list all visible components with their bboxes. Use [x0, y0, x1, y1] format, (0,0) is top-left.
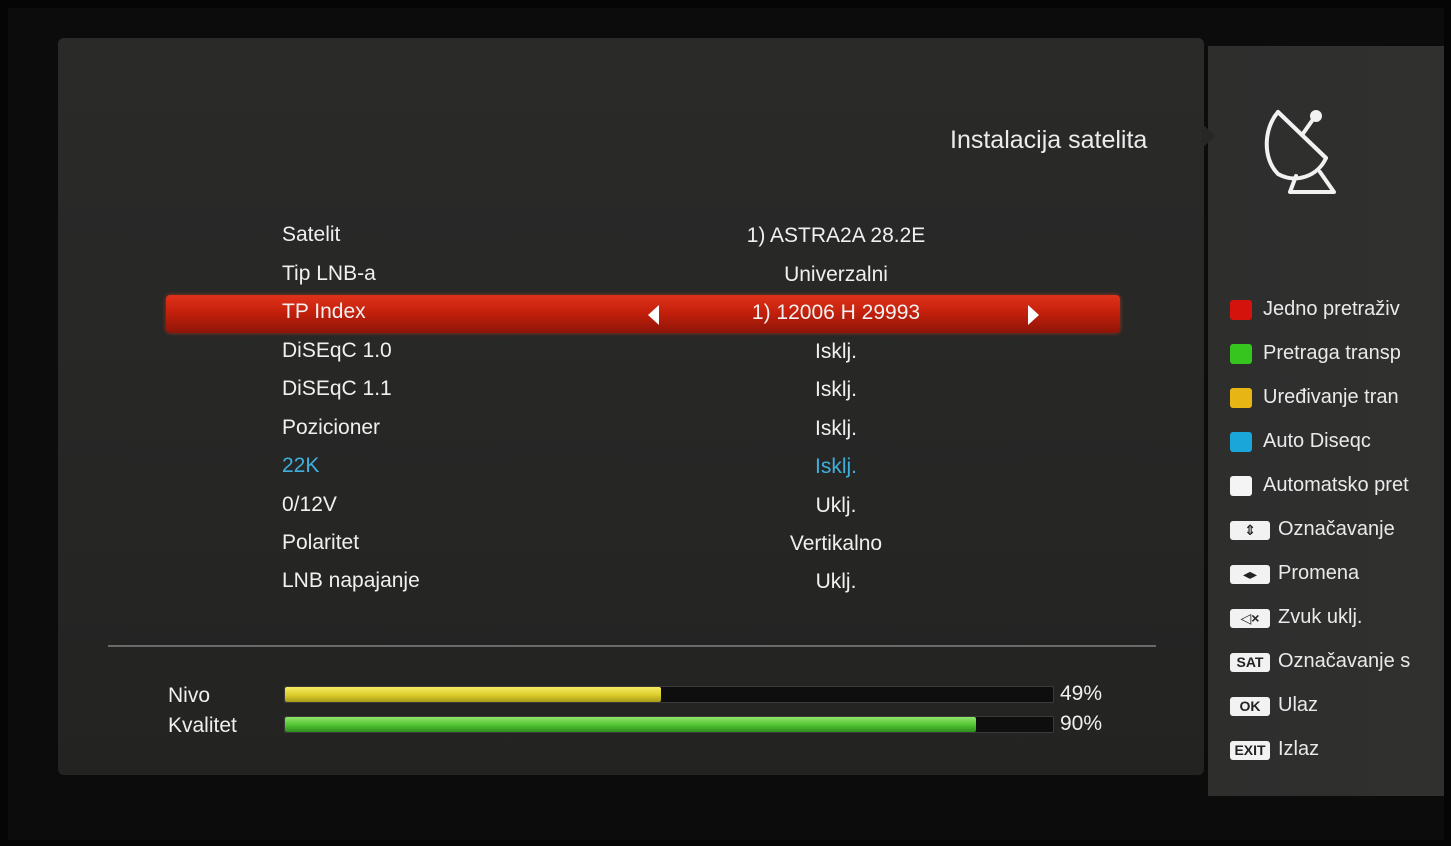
setting-row-diseqc-11[interactable]: DiSEqC 1.1 Isklj.: [166, 372, 1120, 410]
yellow-button-icon: [1230, 388, 1252, 408]
up-down-key-icon: ⇕: [1230, 521, 1270, 540]
legend-green-tp-search[interactable]: Pretraga transp: [1230, 342, 1444, 368]
satellite-dish-icon: [1264, 110, 1336, 194]
exit-key-icon: EXIT: [1230, 741, 1270, 760]
legend-text: Ulaz: [1278, 694, 1319, 716]
setting-value: Isklj.: [815, 378, 857, 401]
legend-mute[interactable]: ◁× Zvuk uklj.: [1230, 606, 1444, 632]
setting-value: Uklj.: [815, 494, 857, 517]
sat-key-icon: SAT: [1230, 653, 1270, 672]
level-bar: [284, 686, 1054, 703]
setting-row-diseqc-10[interactable]: DiSEqC 1.0 Isklj.: [166, 334, 1120, 372]
legend-text: Automatsko pret: [1263, 474, 1409, 496]
legend-ok[interactable]: OK Ulaz: [1230, 694, 1444, 720]
setting-value: Isklj.: [815, 455, 857, 478]
setting-label: 0/12V: [282, 493, 337, 516]
mute-key-icon: ◁×: [1230, 609, 1270, 628]
setting-row-0-12v[interactable]: 0/12V Uklj.: [166, 488, 1120, 526]
setting-value: 1) ASTRA2A 28.2E: [746, 224, 926, 247]
setting-label: Satelit: [282, 223, 341, 246]
legend-exit[interactable]: EXIT Izlaz: [1230, 738, 1444, 764]
legend-text: Zvuk uklj.: [1278, 606, 1363, 628]
setting-label: Pozicioner: [282, 416, 381, 439]
setting-row-satelit[interactable]: Satelit 1) ASTRA2A 28.2E: [166, 218, 1120, 256]
setting-value: Isklj.: [815, 340, 857, 363]
setting-value: 1) 12006 H 29993: [751, 301, 921, 324]
legend-sat[interactable]: SAT Označavanje s: [1230, 650, 1444, 676]
setting-label: DiSEqC 1.0: [282, 339, 392, 362]
legend-text: Auto Diseqc: [1263, 430, 1371, 452]
legend-text: Pretraga transp: [1263, 342, 1401, 364]
legend-yellow-tp-edit[interactable]: Uređivanje tran: [1230, 386, 1444, 412]
arrow-left-icon[interactable]: [648, 305, 659, 325]
title-notch: [1202, 124, 1216, 148]
left-right-key-icon: ◂▸: [1230, 565, 1270, 584]
quality-bar-fill: [285, 717, 977, 732]
setting-value: Univerzalni: [784, 263, 888, 286]
setting-row-22k[interactable]: 22K Isklj.: [166, 449, 1120, 487]
setting-value: Vertikalno: [789, 532, 883, 555]
setting-label: LNB napajanje: [282, 569, 420, 592]
legend-blue-auto-diseqc[interactable]: Auto Diseqc: [1230, 430, 1444, 456]
level-bar-fill: [285, 687, 662, 702]
setting-row-polaritet[interactable]: Polaritet Vertikalno: [166, 526, 1120, 564]
legend-red-single-search[interactable]: Jedno pretraživ: [1230, 298, 1444, 324]
page-title: Instalacija satelita: [950, 126, 1148, 154]
legend-text: Označavanje s: [1278, 650, 1411, 672]
setting-row-pozicioner[interactable]: Pozicioner Isklj.: [166, 411, 1120, 449]
legend-text: Izlaz: [1278, 738, 1320, 760]
ok-key-icon: OK: [1230, 697, 1270, 716]
divider: [108, 645, 1156, 647]
setting-label: Polaritet: [282, 531, 360, 554]
legend-white-auto-search[interactable]: Automatsko pret: [1230, 474, 1444, 500]
blue-button-icon: [1230, 432, 1252, 452]
setting-label: TP Index: [282, 300, 366, 323]
setting-label: DiSEqC 1.1: [282, 377, 392, 400]
white-button-icon: [1230, 476, 1252, 496]
quality-percent: 90%: [1060, 712, 1103, 735]
setting-row-tip-lnb[interactable]: Tip LNB-a Univerzalni: [166, 257, 1120, 295]
setting-label: Tip LNB-a: [282, 262, 376, 285]
level-label: Nivo: [168, 684, 211, 707]
legend-up-down-select[interactable]: ⇕ Označavanje: [1230, 518, 1444, 544]
setting-row-lnb-napajanje[interactable]: LNB napajanje Uklj.: [166, 564, 1120, 602]
setting-label: 22K: [282, 454, 320, 477]
quality-bar: [284, 716, 1054, 733]
legend-text: Jedno pretraživ: [1263, 298, 1400, 320]
legend-text: Uređivanje tran: [1263, 386, 1399, 408]
quality-label: Kvalitet: [168, 714, 237, 737]
legend-left-right-change[interactable]: ◂▸ Promena: [1230, 562, 1444, 588]
setting-value: Uklj.: [815, 570, 857, 593]
legend-text: Označavanje: [1278, 518, 1395, 540]
legend-text: Promena: [1278, 562, 1360, 584]
arrow-right-icon[interactable]: [1028, 305, 1039, 325]
setting-row-tp-index[interactable]: TP Index 1) 12006 H 29993: [166, 295, 1120, 333]
level-percent: 49%: [1060, 682, 1103, 705]
green-button-icon: [1230, 344, 1252, 364]
red-button-icon: [1230, 300, 1252, 320]
setting-value: Isklj.: [815, 417, 857, 440]
